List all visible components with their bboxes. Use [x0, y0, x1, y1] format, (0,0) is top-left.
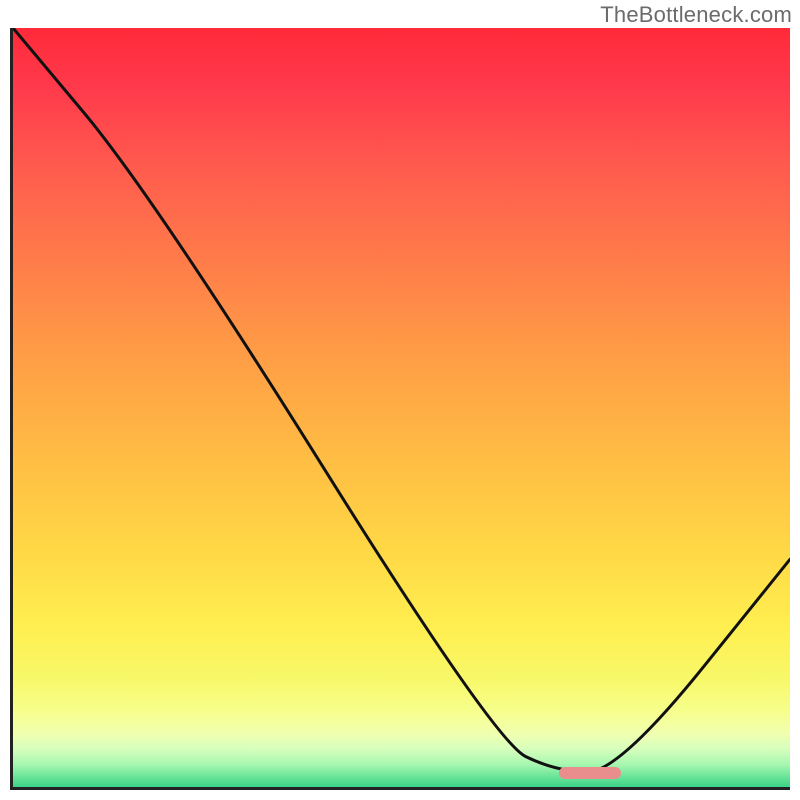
bottleneck-curve [13, 28, 790, 787]
curve-path [13, 28, 790, 772]
optimal-marker [559, 767, 621, 779]
plot-area [10, 28, 790, 790]
chart-frame: TheBottleneck.com [0, 0, 800, 800]
watermark-text: TheBottleneck.com [600, 2, 792, 28]
